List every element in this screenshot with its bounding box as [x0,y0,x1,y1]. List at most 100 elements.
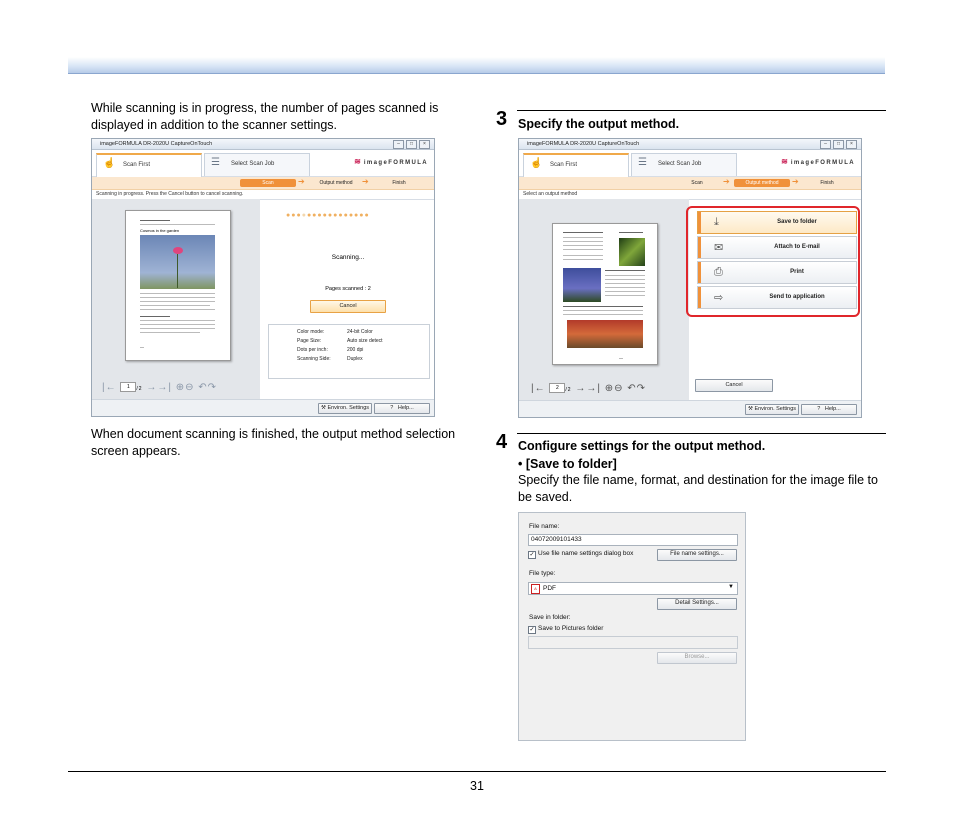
save-to-folder-bullet: • [Save to folder] [518,457,617,471]
environment-settings-button[interactable]: ⚒ Environ. Settings [745,404,799,415]
setting-value: Auto size detect [347,338,383,344]
checkbox-checked-icon: ✓ [528,626,536,634]
window-titlebar: imageFORMULA DR-2020U CaptureOnTouch – □ × [92,139,434,150]
window-title: imageFORMULA DR-2020U CaptureOnTouch [527,140,640,147]
file-name-settings-button[interactable]: File name settings... [657,549,737,561]
arrow-right-icon: ➔ [792,177,799,186]
page-thumbnail [552,223,658,365]
pages-scanned-count: Pages scanned : 2 [325,286,371,292]
step-output-method: Output method [319,180,353,186]
window-footer: ⚒ Environ. Settings ? Help... [519,400,861,417]
step-finish: Finish [392,180,406,186]
brand-logo: ≋ imageFORMULA [781,157,855,166]
scan-progress-indicator: ●●●●●●●●●●●●●●●● [286,212,370,219]
help-button[interactable]: ? Help... [374,403,430,414]
browse-button[interactable]: Browse... [657,652,737,664]
tools-icon: ⚒ [747,406,753,412]
pdf-file-icon: A [531,584,540,594]
step-scan: Scan [691,180,703,186]
minimize-icon[interactable]: – [393,140,404,149]
close-icon[interactable]: × [846,140,857,149]
folder-path-input[interactable] [528,636,738,649]
setting-value: Duplex [347,356,363,362]
intro-paragraph: While scanning is in progress, the numbe… [91,101,439,132]
scanning-label: Scanning... [331,254,365,261]
save-to-folder-dialog: File name: 04072009101433 ✓ Use file name… [518,512,746,741]
preview-pane: Cosmos in the garden |← 1/2 →→| ⊕⊖ ↶↷ [92,199,260,400]
arrow-right-icon: ➔ [723,177,730,186]
step-output-method: Output method [734,179,790,187]
scan-status-pane: ●●●●●●●●●●●●●●●● Scanning... Pages scann… [262,199,434,400]
setting-label: Page Size: [297,338,322,344]
footer-rule [68,771,886,772]
page-number: 31 [470,779,484,793]
environment-settings-button[interactable]: ⚒ Environ. Settings [318,403,372,414]
scanning-window-screenshot: imageFORMULA DR-2020U CaptureOnTouch – □ ×… [91,138,435,417]
step-3-number: 3 [496,108,508,130]
step-finish: Finish [820,180,834,186]
minimize-icon[interactable]: – [820,140,831,149]
output-methods-highlight [686,206,860,317]
after-scan-paragraph: When document scanning is finished, the … [91,427,456,458]
thumb-caption: Cosmos in the garden [140,228,180,233]
flower-photo [140,235,215,289]
save-to-pictures-checkbox[interactable]: ✓ Save to Pictures folder [528,625,603,634]
red-flowers-photo [567,320,643,348]
setting-label: Dots per inch: [297,347,328,353]
preview-pane: |← 2/2 →→| ⊕⊖ ↶↷ [519,199,689,400]
tab-select-scan-job[interactable]: ☰ Select Scan Job [631,153,737,176]
step-4-number: 4 [496,431,508,453]
brand-mark-icon: ≋ [781,157,788,166]
step-3-rule [517,110,886,111]
use-file-name-settings-checkbox[interactable]: ✓ Use file name settings dialog box [528,550,633,559]
step-4-heading: Configure settings for the output method… [518,439,766,453]
tab-scan-first[interactable]: ☝ Scan First [96,153,202,177]
tools-icon: ⚒ [320,405,326,411]
step-4-rule [517,433,886,434]
setting-value: 24-bit Color [347,329,373,335]
progress-steps: Scan ➔ Output method ➔ Finish [519,177,861,190]
window-title: imageFORMULA DR-2020U CaptureOnTouch [100,140,213,147]
output-method-window-screenshot: imageFORMULA DR-2020U CaptureOnTouch – □ ×… [518,138,862,418]
page-navigation[interactable]: |← 1/2 →→| ⊕⊖ ↶↷ [102,382,217,393]
page-header-bar [68,57,885,74]
file-name-label: File name: [529,523,560,530]
setting-value: 200 dpi [347,347,364,353]
detail-settings-button[interactable]: Detail Settings... [657,598,737,610]
progress-steps: Scan ➔ Output method ➔ Finish [92,177,434,190]
job-list-icon: ☰ [638,157,647,168]
file-name-input[interactable]: 04072009101433 [528,534,738,546]
help-button[interactable]: ? Help... [801,404,857,415]
file-type-select[interactable]: A PDF ▼ [528,582,738,595]
step-3-heading: Specify the output method. [518,117,680,131]
progress-dot: ● [364,212,370,219]
window-titlebar: imageFORMULA DR-2020U CaptureOnTouch – □ × [519,139,861,150]
maximize-icon[interactable]: □ [406,140,417,149]
hand-pointer-icon: ☝ [530,158,543,169]
save-in-folder-label: Save in folder: [529,614,571,621]
setting-label: Scanning Side: [297,356,331,362]
leaf-photo [619,238,645,266]
setting-label: Color mode: [297,329,325,335]
brand-logo: ≋ imageFORMULA [354,157,428,166]
window-footer: ⚒ Environ. Settings ? Help... [92,399,434,416]
cancel-button[interactable]: Cancel [310,300,386,313]
close-icon[interactable]: × [419,140,430,149]
step-4-description: Specify the file name, format, and desti… [518,473,878,504]
file-type-label: File type: [529,570,556,577]
hand-pointer-icon: ☝ [103,158,116,169]
chevron-down-icon: ▼ [728,584,734,590]
page-navigation[interactable]: |← 2/2 →→| ⊕⊖ ↶↷ [531,383,646,394]
arrow-right-icon: ➔ [362,177,369,186]
maximize-icon[interactable]: □ [833,140,844,149]
cancel-button[interactable]: Cancel [695,379,773,392]
tab-scan-first[interactable]: ☝ Scan First [523,153,629,177]
lupine-photo [563,268,601,302]
page-thumbnail: Cosmos in the garden [125,210,231,361]
checkbox-checked-icon: ✓ [528,551,536,559]
tab-select-scan-job[interactable]: ☰ Select Scan Job [204,153,310,176]
arrow-right-icon: ➔ [298,177,305,186]
brand-mark-icon: ≋ [354,157,361,166]
scanner-settings-box: Color mode: 24-bit Color Page Size: Auto si… [268,324,430,379]
job-list-icon: ☰ [211,157,220,168]
